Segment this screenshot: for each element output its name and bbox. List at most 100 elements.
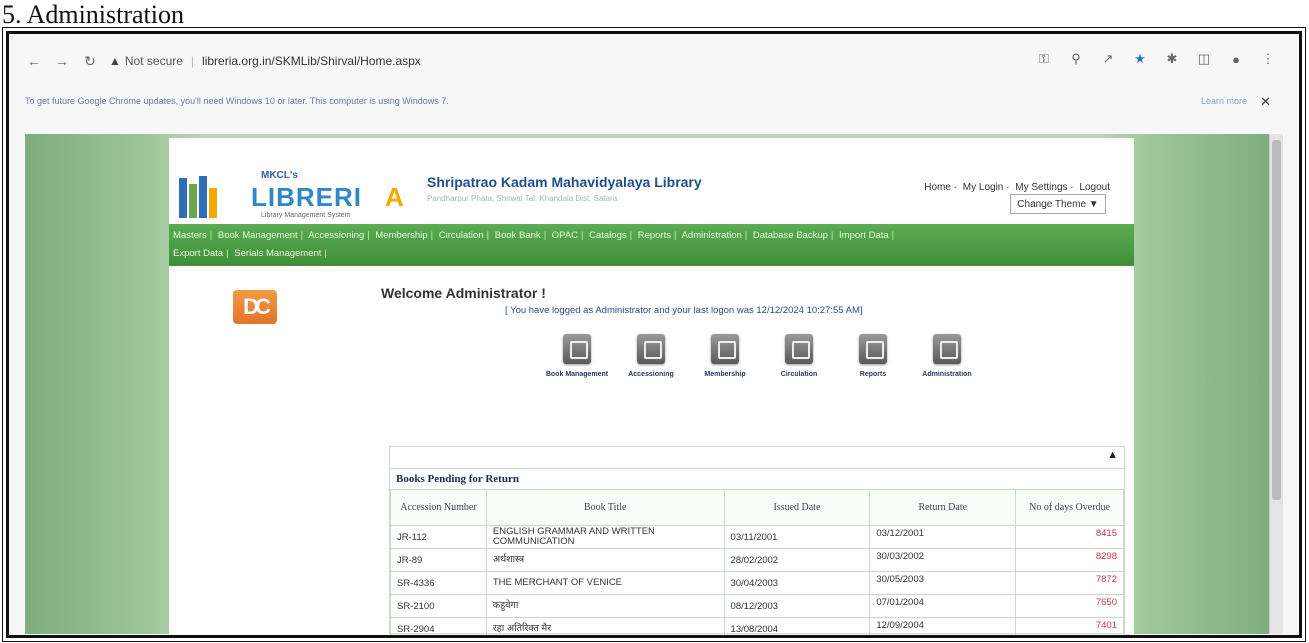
url-security-label[interactable]: Not secure xyxy=(125,54,183,68)
chrome-update-infobar: To get future Google Chrome updates, you… xyxy=(25,94,1277,116)
title-cell: रहा अतिरिक्त मैर xyxy=(485,617,725,635)
col-accession-number: Accession Number xyxy=(390,489,487,526)
nav-catalogs[interactable]: Catalogs xyxy=(589,230,627,241)
accession-cell: SR-2100 xyxy=(390,594,487,618)
dx-logo-icon: DC xyxy=(233,290,277,324)
profile-icon[interactable]: ● xyxy=(1227,50,1245,68)
infobar-message: To get future Google Chrome updates, you… xyxy=(25,96,449,106)
return-cell: 30/03/2002 xyxy=(869,548,1017,572)
logout-link[interactable]: Logout xyxy=(1079,182,1110,193)
library-name: Shripatrao Kadam Mahavidyalaya Library xyxy=(427,174,702,190)
return-cell: 07/01/2004 xyxy=(869,594,1017,618)
forward-arrow-icon[interactable]: → xyxy=(53,52,71,70)
home-link[interactable]: Home xyxy=(924,182,951,193)
quick-label: Book Management xyxy=(545,371,609,378)
bookmark-star-icon[interactable]: ★ xyxy=(1131,50,1149,68)
key-icon[interactable]: ⚿ xyxy=(1035,50,1053,68)
collapse-arrow-icon[interactable]: ▲ xyxy=(1107,449,1118,461)
accessioning-icon xyxy=(637,334,665,364)
close-icon[interactable]: ✕ xyxy=(1260,94,1271,110)
quick-reports[interactable]: Reports xyxy=(833,334,913,379)
nav-masters[interactable]: Masters xyxy=(173,230,207,241)
nav-import-data[interactable]: Import Data xyxy=(839,230,889,241)
url-separator: | xyxy=(190,54,195,68)
issued-cell: 13/08/2004 xyxy=(723,617,871,635)
logo-name: LIBRERI xyxy=(251,182,362,212)
accession-cell: JR-112 xyxy=(390,525,487,549)
membership-icon xyxy=(711,334,739,364)
nav-circulation[interactable]: Circulation xyxy=(439,230,484,241)
logo-mkcl-text: MKCL's xyxy=(261,170,298,181)
address-bar[interactable]: libreria.org.in/SKMLib/Shirval/Home.aspx xyxy=(202,54,421,68)
table-row[interactable]: JR-89 अर्थशास्त्र 28/02/2002 30/03/2002 … xyxy=(390,548,1124,572)
nav-database-backup[interactable]: Database Backup xyxy=(753,230,828,241)
my-login-link[interactable]: My Login xyxy=(963,182,1004,193)
side-panel-icon[interactable]: ◫ xyxy=(1195,50,1213,68)
quick-administration[interactable]: Administration xyxy=(907,334,987,379)
quick-book-management[interactable]: Book Management xyxy=(537,334,617,379)
books-logo-icon xyxy=(179,174,229,218)
table-header-row: Accession Number Book Title Issued Date … xyxy=(390,489,1124,526)
libreria-logo[interactable]: MKCL's LIBRERI A Library Management Syst… xyxy=(179,170,409,220)
menu-kebab-icon[interactable]: ⋮ xyxy=(1259,50,1277,68)
accession-cell: JR-89 xyxy=(390,548,487,572)
quick-actions: Book Management Accessioning Membership … xyxy=(537,334,997,414)
nav-membership[interactable]: Membership xyxy=(375,230,427,241)
nav-serials-management[interactable]: Serials Management xyxy=(234,248,321,259)
zoom-icon[interactable]: ⚲ xyxy=(1067,50,1085,68)
learn-more-link[interactable]: Learn more xyxy=(1201,96,1247,106)
issued-cell: 08/12/2003 xyxy=(723,594,871,618)
back-arrow-icon[interactable]: ← xyxy=(25,52,43,70)
logo-name-tail: A xyxy=(385,182,404,212)
accession-cell: SR-4336 xyxy=(390,571,487,595)
nav-administration[interactable]: Administration xyxy=(682,230,742,241)
table-row[interactable]: SR-2100 कहुवेगा 08/12/2003 07/01/2004 76… xyxy=(390,594,1124,618)
col-days-overdue: No of days Overdue xyxy=(1015,489,1124,526)
scrollbar-thumb[interactable] xyxy=(1272,140,1281,500)
quick-label: Reports xyxy=(859,371,887,378)
nav-export-data[interactable]: Export Data xyxy=(173,248,223,259)
book-management-icon xyxy=(563,334,591,364)
issued-cell: 30/04/2003 xyxy=(723,571,871,595)
col-issued-date: Issued Date xyxy=(723,489,871,526)
title-cell: ENGLISH GRAMMAR AND WRITTEN COMMUNICATIO… xyxy=(485,525,725,549)
table-row[interactable]: JR-112 ENGLISH GRAMMAR AND WRITTEN COMMU… xyxy=(390,525,1124,549)
browser-toolbar: ← → ↻ ▲ Not secure | libreria.org.in/SKM… xyxy=(25,48,1277,74)
nav-opac[interactable]: OPAC xyxy=(552,230,578,241)
reports-icon xyxy=(859,334,887,364)
overdue-cell: 7401 xyxy=(1015,617,1124,635)
page-scrollbar[interactable] xyxy=(1269,134,1283,634)
overdue-cell: 8415 xyxy=(1015,525,1124,549)
issued-cell: 03/11/2001 xyxy=(723,525,871,549)
quick-circulation[interactable]: Circulation xyxy=(759,334,839,379)
return-cell: 12/09/2004 xyxy=(869,617,1017,635)
panel-header: ▲ xyxy=(390,447,1124,469)
libreria-site: MKCL's LIBRERI A Library Management Syst… xyxy=(169,138,1134,635)
table-row[interactable]: SR-2904 रहा अतिरिक्त मैर 13/08/2004 12/0… xyxy=(390,617,1124,635)
nav-accessioning[interactable]: Accessioning xyxy=(308,230,364,241)
top-links: Home · My Login · My Settings · Logout xyxy=(924,182,1110,193)
return-cell: 30/05/2003 xyxy=(869,571,1017,595)
circulation-icon xyxy=(785,334,813,364)
reload-icon[interactable]: ↻ xyxy=(81,52,99,70)
table-row[interactable]: SR-4336 THE MERCHANT OF VENICE 30/04/200… xyxy=(390,571,1124,595)
title-cell: कहुवेगा xyxy=(485,594,725,618)
share-icon[interactable]: ↗ xyxy=(1099,50,1117,68)
warning-icon[interactable]: ▲ xyxy=(109,54,121,68)
extensions-icon[interactable]: ✱ xyxy=(1163,50,1181,68)
issued-cell: 28/02/2002 xyxy=(723,548,871,572)
administration-icon xyxy=(933,334,961,364)
nav-reports[interactable]: Reports xyxy=(638,230,671,241)
main-nav: Masters | Book Management | Accessioning | … xyxy=(169,224,1134,266)
panel-title: Books Pending for Return xyxy=(396,473,519,485)
my-settings-link[interactable]: My Settings xyxy=(1015,182,1067,193)
change-theme-button[interactable]: Change Theme ▼ xyxy=(1010,194,1106,214)
quick-membership[interactable]: Membership xyxy=(685,334,765,379)
nav-book-management[interactable]: Book Management xyxy=(218,230,298,241)
quick-accessioning[interactable]: Accessioning xyxy=(611,334,691,379)
title-cell: अर्थशास्त्र xyxy=(485,548,725,572)
overdue-cell: 7650 xyxy=(1015,594,1124,618)
logo-subtitle: Library Management System xyxy=(261,212,351,219)
nav-book-bank[interactable]: Book Bank xyxy=(495,230,541,241)
quick-label: Circulation xyxy=(780,371,818,378)
